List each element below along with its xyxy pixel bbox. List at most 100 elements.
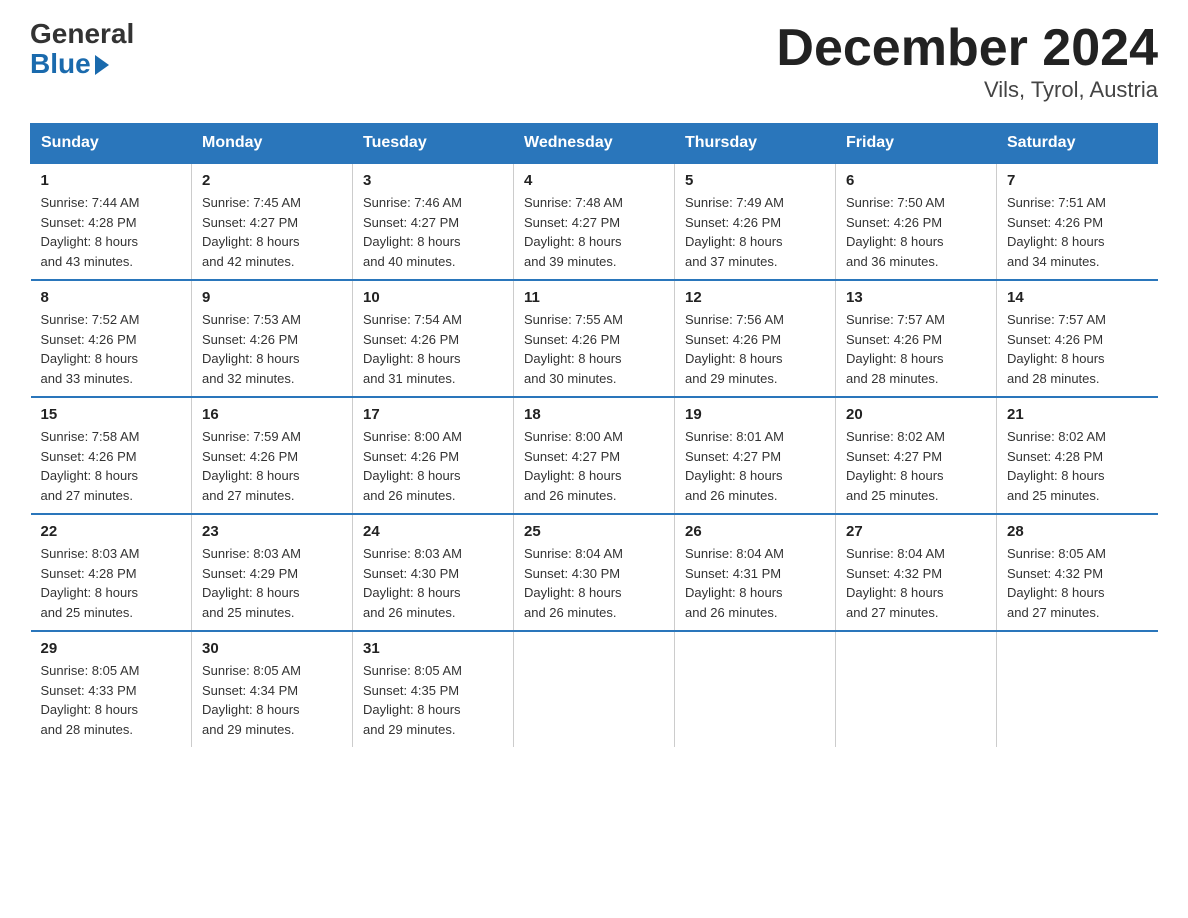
day-number: 17: [363, 406, 503, 423]
table-row: 20 Sunrise: 8:02 AMSunset: 4:27 PMDayligh…: [836, 397, 997, 514]
day-number: 2: [202, 172, 342, 189]
title-block: December 2024 Vils, Tyrol, Austria: [776, 20, 1158, 103]
table-row: 15 Sunrise: 7:58 AMSunset: 4:26 PMDayligh…: [31, 397, 192, 514]
day-number: 28: [1007, 523, 1148, 540]
day-number: 21: [1007, 406, 1148, 423]
col-friday: Friday: [836, 124, 997, 164]
col-sunday: Sunday: [31, 124, 192, 164]
table-row: 21 Sunrise: 8:02 AMSunset: 4:28 PMDayligh…: [997, 397, 1158, 514]
table-row: 31 Sunrise: 8:05 AMSunset: 4:35 PMDayligh…: [353, 631, 514, 747]
day-info: Sunrise: 8:03 AMSunset: 4:29 PMDaylight:…: [202, 546, 301, 620]
day-number: 6: [846, 172, 986, 189]
table-row: 19 Sunrise: 8:01 AMSunset: 4:27 PMDayligh…: [675, 397, 836, 514]
day-info: Sunrise: 7:57 AMSunset: 4:26 PMDaylight:…: [1007, 312, 1106, 386]
table-row: 2Sunrise: 7:45 AMSunset: 4:27 PMDaylight…: [192, 163, 353, 280]
table-row: 3 Sunrise: 7:46 AMSunset: 4:27 PMDaylight…: [353, 163, 514, 280]
table-row: 1Sunrise: 7:44 AMSunset: 4:28 PMDaylight…: [31, 163, 192, 280]
table-row: [997, 631, 1158, 747]
col-monday: Monday: [192, 124, 353, 164]
day-number: 26: [685, 523, 825, 540]
day-info: Sunrise: 7:56 AMSunset: 4:26 PMDaylight:…: [685, 312, 784, 386]
table-row: 17 Sunrise: 8:00 AMSunset: 4:26 PMDayligh…: [353, 397, 514, 514]
day-info: Sunrise: 8:02 AMSunset: 4:27 PMDaylight:…: [846, 429, 945, 503]
day-info: Sunrise: 8:02 AMSunset: 4:28 PMDaylight:…: [1007, 429, 1106, 503]
logo-arrow-icon: [95, 55, 109, 75]
day-number: 23: [202, 523, 342, 540]
table-row: 18 Sunrise: 8:00 AMSunset: 4:27 PMDayligh…: [514, 397, 675, 514]
day-info: Sunrise: 8:03 AMSunset: 4:30 PMDaylight:…: [363, 546, 462, 620]
day-number: 8: [41, 289, 182, 306]
day-number: 9: [202, 289, 342, 306]
day-number: 18: [524, 406, 664, 423]
day-number: 11: [524, 289, 664, 306]
day-number: 7: [1007, 172, 1148, 189]
day-info: Sunrise: 7:53 AMSunset: 4:26 PMDaylight:…: [202, 312, 301, 386]
table-row: 5Sunrise: 7:49 AMSunset: 4:26 PMDaylight…: [675, 163, 836, 280]
logo-blue-text: Blue: [30, 48, 109, 80]
page-subtitle: Vils, Tyrol, Austria: [776, 77, 1158, 103]
table-row: 6 Sunrise: 7:50 AMSunset: 4:26 PMDaylight…: [836, 163, 997, 280]
day-info: Sunrise: 7:52 AMSunset: 4:26 PMDaylight:…: [41, 312, 140, 386]
table-row: 11Sunrise: 7:55 AMSunset: 4:26 PMDayligh…: [514, 280, 675, 397]
day-info: Sunrise: 7:57 AMSunset: 4:26 PMDaylight:…: [846, 312, 945, 386]
table-row: [514, 631, 675, 747]
table-row: 24 Sunrise: 8:03 AMSunset: 4:30 PMDayligh…: [353, 514, 514, 631]
logo: General Blue: [30, 20, 134, 80]
table-row: 12 Sunrise: 7:56 AMSunset: 4:26 PMDayligh…: [675, 280, 836, 397]
day-info: Sunrise: 7:58 AMSunset: 4:26 PMDaylight:…: [41, 429, 140, 503]
day-info: Sunrise: 7:50 AMSunset: 4:26 PMDaylight:…: [846, 195, 945, 269]
day-info: Sunrise: 7:46 AMSunset: 4:27 PMDaylight:…: [363, 195, 462, 269]
table-row: 30 Sunrise: 8:05 AMSunset: 4:34 PMDayligh…: [192, 631, 353, 747]
col-thursday: Thursday: [675, 124, 836, 164]
table-row: [675, 631, 836, 747]
day-info: Sunrise: 7:48 AMSunset: 4:27 PMDaylight:…: [524, 195, 623, 269]
day-number: 14: [1007, 289, 1148, 306]
calendar-week-row: 1Sunrise: 7:44 AMSunset: 4:28 PMDaylight…: [31, 163, 1158, 280]
day-number: 24: [363, 523, 503, 540]
day-number: 19: [685, 406, 825, 423]
day-info: Sunrise: 8:01 AMSunset: 4:27 PMDaylight:…: [685, 429, 784, 503]
table-row: 7 Sunrise: 7:51 AMSunset: 4:26 PMDaylight…: [997, 163, 1158, 280]
table-row: 16Sunrise: 7:59 AMSunset: 4:26 PMDayligh…: [192, 397, 353, 514]
day-number: 13: [846, 289, 986, 306]
day-number: 30: [202, 640, 342, 657]
day-info: Sunrise: 7:51 AMSunset: 4:26 PMDaylight:…: [1007, 195, 1106, 269]
day-info: Sunrise: 7:49 AMSunset: 4:26 PMDaylight:…: [685, 195, 784, 269]
table-row: 4 Sunrise: 7:48 AMSunset: 4:27 PMDaylight…: [514, 163, 675, 280]
day-info: Sunrise: 8:05 AMSunset: 4:35 PMDaylight:…: [363, 663, 462, 737]
day-info: Sunrise: 8:03 AMSunset: 4:28 PMDaylight:…: [41, 546, 140, 620]
day-info: Sunrise: 8:05 AMSunset: 4:32 PMDaylight:…: [1007, 546, 1106, 620]
calendar-body: 1Sunrise: 7:44 AMSunset: 4:28 PMDaylight…: [31, 163, 1158, 747]
col-wednesday: Wednesday: [514, 124, 675, 164]
day-number: 20: [846, 406, 986, 423]
page-title: December 2024: [776, 20, 1158, 77]
day-info: Sunrise: 8:00 AMSunset: 4:27 PMDaylight:…: [524, 429, 623, 503]
day-number: 12: [685, 289, 825, 306]
table-row: 29Sunrise: 8:05 AMSunset: 4:33 PMDayligh…: [31, 631, 192, 747]
day-info: Sunrise: 8:00 AMSunset: 4:26 PMDaylight:…: [363, 429, 462, 503]
calendar-week-row: 29Sunrise: 8:05 AMSunset: 4:33 PMDayligh…: [31, 631, 1158, 747]
day-number: 3: [363, 172, 503, 189]
day-number: 15: [41, 406, 182, 423]
table-row: 25Sunrise: 8:04 AMSunset: 4:30 PMDayligh…: [514, 514, 675, 631]
calendar-week-row: 22Sunrise: 8:03 AMSunset: 4:28 PMDayligh…: [31, 514, 1158, 631]
calendar-week-row: 8 Sunrise: 7:52 AMSunset: 4:26 PMDaylight…: [31, 280, 1158, 397]
day-info: Sunrise: 7:44 AMSunset: 4:28 PMDaylight:…: [41, 195, 140, 269]
day-info: Sunrise: 8:04 AMSunset: 4:31 PMDaylight:…: [685, 546, 784, 620]
logo-general-text: General: [30, 20, 134, 48]
table-row: 13 Sunrise: 7:57 AMSunset: 4:26 PMDayligh…: [836, 280, 997, 397]
page-header: General Blue December 2024 Vils, Tyrol, …: [30, 20, 1158, 103]
table-row: 14 Sunrise: 7:57 AMSunset: 4:26 PMDayligh…: [997, 280, 1158, 397]
table-row: 23 Sunrise: 8:03 AMSunset: 4:29 PMDayligh…: [192, 514, 353, 631]
day-info: Sunrise: 8:05 AMSunset: 4:33 PMDaylight:…: [41, 663, 140, 737]
table-row: 22Sunrise: 8:03 AMSunset: 4:28 PMDayligh…: [31, 514, 192, 631]
day-info: Sunrise: 8:04 AMSunset: 4:32 PMDaylight:…: [846, 546, 945, 620]
calendar-header-row: Sunday Monday Tuesday Wednesday Thursday…: [31, 124, 1158, 164]
day-number: 31: [363, 640, 503, 657]
day-number: 4: [524, 172, 664, 189]
day-info: Sunrise: 8:04 AMSunset: 4:30 PMDaylight:…: [524, 546, 623, 620]
table-row: 26 Sunrise: 8:04 AMSunset: 4:31 PMDayligh…: [675, 514, 836, 631]
calendar-table: Sunday Monday Tuesday Wednesday Thursday…: [30, 123, 1158, 747]
day-info: Sunrise: 8:05 AMSunset: 4:34 PMDaylight:…: [202, 663, 301, 737]
table-row: 9 Sunrise: 7:53 AMSunset: 4:26 PMDaylight…: [192, 280, 353, 397]
